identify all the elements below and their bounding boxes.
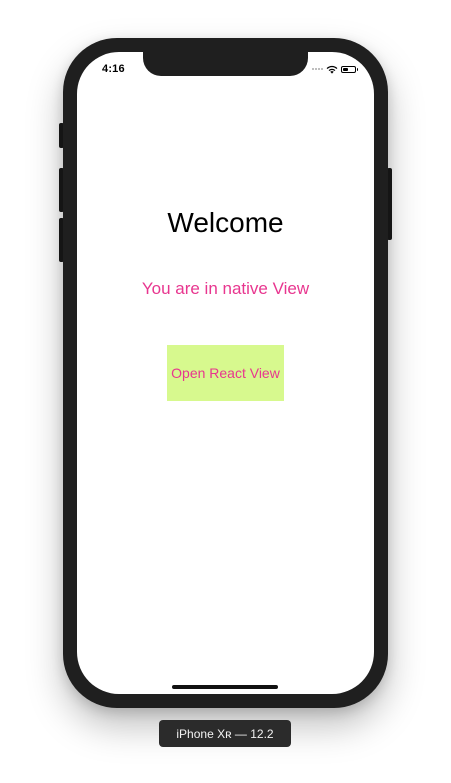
device-label: iPhone Xʀ — 12.2 bbox=[159, 720, 291, 747]
welcome-title: Welcome bbox=[167, 207, 284, 238]
home-indicator[interactable] bbox=[172, 685, 278, 689]
status-time: 4:16 bbox=[102, 63, 125, 75]
status-icons bbox=[312, 64, 358, 74]
wifi-icon bbox=[326, 65, 338, 74]
native-view-subtitle: You are in native View bbox=[141, 279, 310, 298]
battery-icon bbox=[341, 65, 358, 73]
notch bbox=[143, 52, 308, 76]
open-react-view-button[interactable]: Open React View bbox=[167, 345, 284, 401]
battery-fill bbox=[343, 67, 348, 71]
signal-icon bbox=[312, 68, 323, 70]
simulator-stage: 4:16 Welcome You are in native View Open… bbox=[0, 0, 451, 783]
